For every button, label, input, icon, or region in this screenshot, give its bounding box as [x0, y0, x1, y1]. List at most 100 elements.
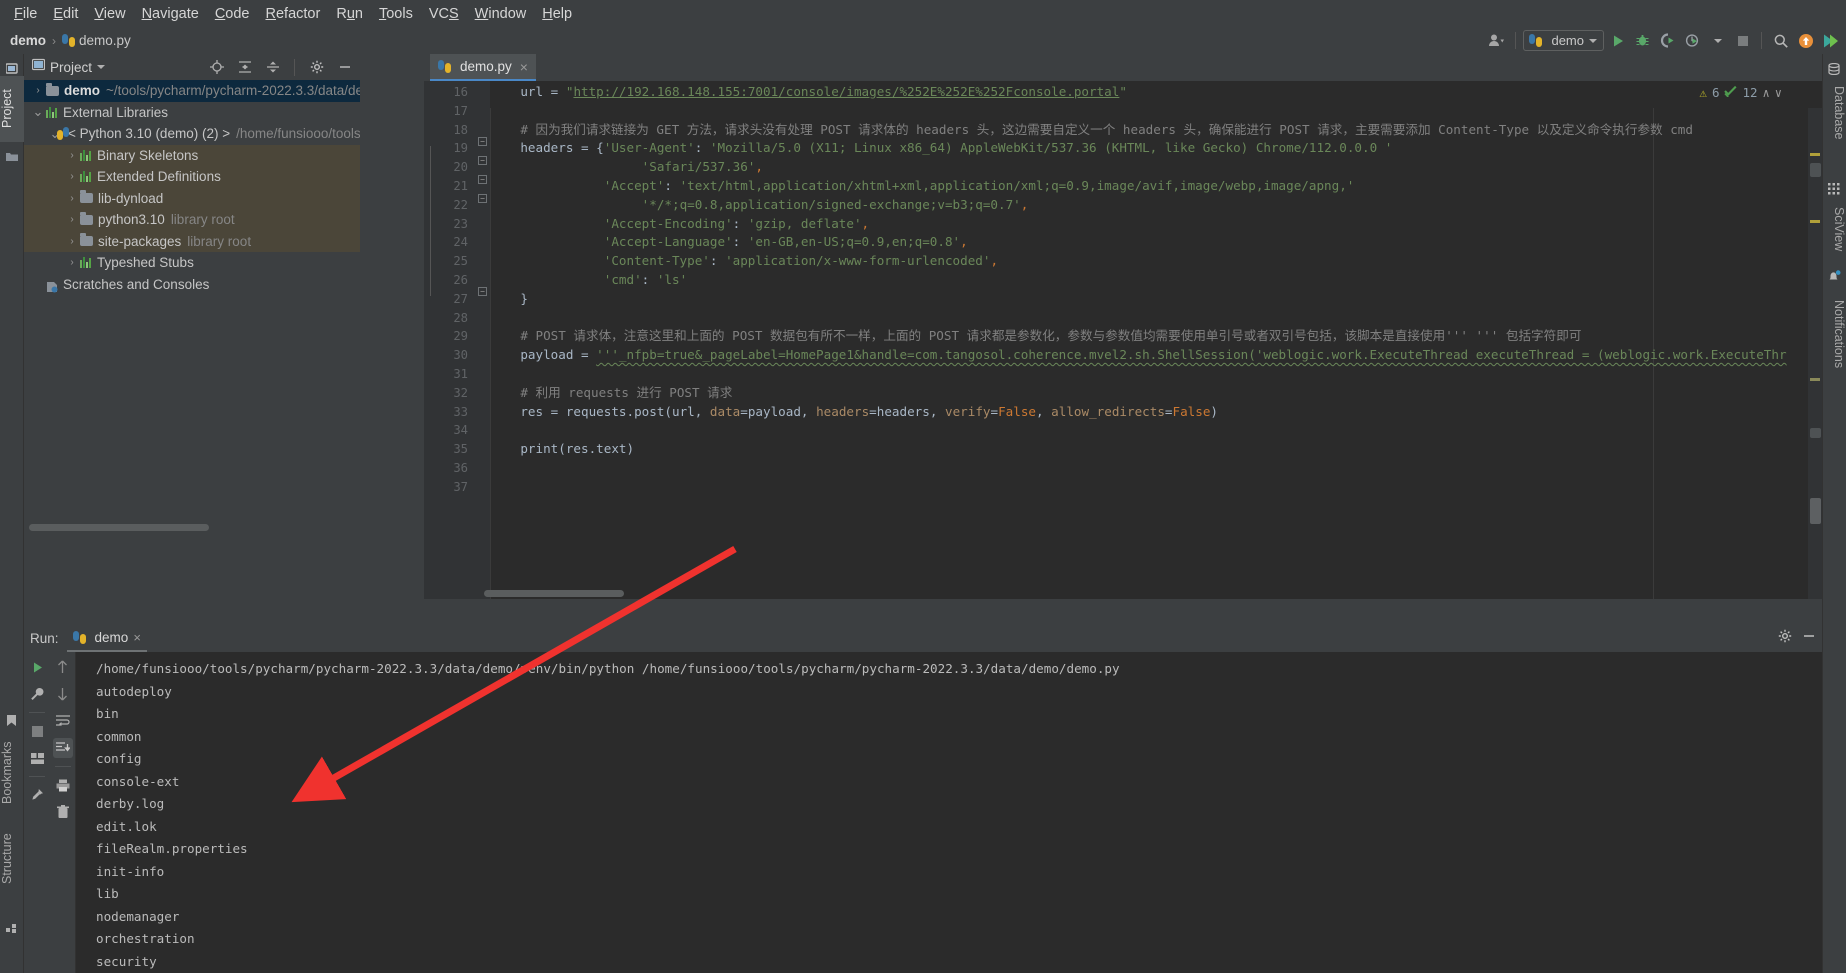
code-line[interactable]: 'Content-Type': 'application/x-www-form-… [490, 252, 1822, 271]
code-lines[interactable]: url = "http://192.168.148.155:7001/conso… [490, 83, 1822, 599]
tree-item-python-3-10-demo-2[interactable]: ⌄ < Python 3.10 (demo) (2) >/home/funsioo… [24, 123, 360, 145]
menu-item-vcs[interactable]: VCS [421, 4, 467, 24]
code-line[interactable]: # POST 请求体，注意这里和上面的 POST 数据包有所不一样，上面的 PO… [490, 327, 1822, 346]
menu-item-tools[interactable]: Tools [371, 4, 421, 24]
tree-item-demo[interactable]: › demo ~/tools/pycharm/pycharm-2022.3.3/da… [24, 80, 360, 102]
collapse-all-icon[interactable] [261, 56, 284, 79]
fold-collapse-icon[interactable]: − [478, 287, 487, 296]
chevron-right-icon[interactable]: › [64, 252, 80, 274]
fold-collapse-icon[interactable]: − [478, 194, 487, 203]
sidebar-item-structure[interactable]: Structure [0, 820, 24, 898]
chevron-down-icon[interactable]: ⌄ [30, 105, 46, 118]
search-icon[interactable] [1769, 29, 1792, 52]
chevron-down-icon[interactable] [97, 65, 106, 69]
chevron-down-icon[interactable] [1706, 29, 1729, 52]
code-line[interactable]: print(res.text) [490, 440, 1822, 459]
chevron-right-icon[interactable]: › [64, 231, 80, 253]
code-editor[interactable]: 16 17 18 19 20 21 22 23 24 25 26 27 28 29 30 31 32 33 34 35… [424, 81, 1822, 599]
close-icon[interactable]: × [520, 59, 528, 75]
panel-splitter[interactable] [360, 54, 362, 622]
code-line[interactable]: 'cmd': 'ls' [490, 271, 1822, 290]
scrollbar-thumb[interactable] [1810, 428, 1821, 438]
tree-item-python3-10[interactable]: › python3.10 library root [24, 209, 360, 231]
fold-collapse-icon[interactable]: − [478, 156, 487, 165]
tree-item-typeshed-stubs[interactable]: › Typeshed Stubs [24, 252, 360, 274]
breadcrumb-project[interactable]: demo [10, 33, 46, 48]
trash-icon[interactable] [53, 802, 73, 822]
rerun-icon[interactable] [27, 657, 47, 677]
code-line[interactable] [490, 365, 1822, 384]
code-folding-gutter[interactable]: − − − − − [476, 81, 490, 599]
tree-item-external-libraries[interactable]: ⌄ External Libraries [24, 102, 360, 124]
code-line[interactable]: res = requests.post(url, data=payload, h… [490, 403, 1822, 422]
tree-item-site-packages[interactable]: › site-packages library root [24, 230, 360, 253]
marker-warning[interactable] [1810, 220, 1820, 223]
menu-item-code[interactable]: Code [207, 4, 258, 24]
expand-all-icon[interactable] [233, 56, 256, 79]
fold-collapse-icon[interactable]: − [478, 175, 487, 184]
project-tree[interactable]: › demo ~/tools/pycharm/pycharm-2022.3.3/da… [24, 80, 360, 534]
code-line[interactable]: } [490, 290, 1822, 309]
down-arrow-icon[interactable] [53, 684, 73, 704]
tree-item-binary-skeletons[interactable]: › Binary Skeletons [24, 144, 360, 167]
menu-item-edit[interactable]: Edit [45, 4, 86, 24]
stop-icon[interactable] [27, 721, 47, 741]
code-line[interactable]: 'Accept-Encoding': 'gzip, deflate', [490, 215, 1822, 234]
chevron-right-icon[interactable]: › [64, 166, 80, 188]
settings-gear-icon[interactable] [1778, 629, 1792, 648]
gear-icon[interactable] [305, 56, 328, 79]
code-line[interactable] [490, 309, 1822, 328]
tree-item-scratches-and-consoles[interactable]: Scratches and Consoles [24, 274, 360, 296]
soft-wrap-icon[interactable] [53, 711, 73, 731]
menu-item-navigate[interactable]: Navigate [134, 4, 207, 24]
chevron-right-icon[interactable]: › [64, 145, 80, 167]
chevron-right-icon[interactable]: › [64, 188, 80, 210]
locate-icon[interactable] [205, 56, 228, 79]
sidebar-item-notifications[interactable]: Notifications [1822, 288, 1846, 380]
chevron-right-icon[interactable]: › [30, 80, 46, 102]
code-line[interactable]: # 利用 requests 进行 POST 请求 [490, 384, 1822, 403]
editor-tab-demo-py[interactable]: demo.py × [430, 54, 536, 81]
run-configuration-selector[interactable]: demo [1523, 30, 1604, 51]
chevron-down-icon[interactable]: ∨ [1775, 84, 1782, 103]
menu-item-help[interactable]: Help [534, 4, 580, 24]
code-line[interactable] [490, 459, 1822, 478]
code-line[interactable]: 'Safari/537.36', [490, 158, 1822, 177]
code-line[interactable]: headers = {'User-Agent': 'Mozilla/5.0 (X… [490, 139, 1822, 158]
chevron-up-icon[interactable]: ∧ [1763, 84, 1770, 103]
menu-item-file[interactable]: File [6, 4, 45, 24]
inspection-widget[interactable]: ⚠ 6 12 ∧ ∨ [1699, 84, 1782, 103]
code-line[interactable]: url = "http://192.168.148.155:7001/conso… [490, 83, 1822, 102]
sidebar-item-database[interactable]: Database [1822, 78, 1846, 148]
up-arrow-icon[interactable] [53, 657, 73, 677]
run-icon[interactable] [1606, 29, 1629, 52]
run-tab-demo[interactable]: demo × [66, 625, 147, 652]
run-console-output[interactable]: /home/funsiooo/tools/pycharm/pycharm-202… [76, 652, 1822, 973]
chevron-right-icon[interactable]: › [64, 209, 80, 231]
sidebar-item-sciview[interactable]: SciView [1822, 198, 1846, 260]
marker-warning[interactable] [1810, 153, 1820, 156]
editor-horizontal-scrollbar[interactable] [484, 590, 624, 597]
code-line[interactable] [490, 421, 1822, 440]
menu-item-run[interactable]: Run [328, 4, 371, 24]
hide-panel-icon[interactable] [1802, 629, 1816, 648]
breadcrumb-file[interactable]: demo.py [79, 33, 131, 48]
fold-collapse-icon[interactable]: − [478, 137, 487, 146]
sidebar-item-project[interactable]: Project [0, 76, 24, 142]
menu-item-refactor[interactable]: Refactor [258, 4, 329, 24]
ide-play-icon[interactable] [1819, 29, 1842, 52]
scrollbar-thumb[interactable] [1810, 163, 1821, 177]
run-coverage-icon[interactable] [1656, 29, 1679, 52]
profiler-icon[interactable] [1681, 29, 1704, 52]
layout-icon[interactable] [27, 748, 47, 768]
print-icon[interactable] [53, 775, 73, 795]
scroll-to-end-icon[interactable] [52, 738, 73, 758]
menu-item-window[interactable]: Window [467, 4, 535, 24]
tree-item-extended-definitions[interactable]: › Extended Definitions [24, 166, 360, 188]
tree-item-lib-dynload[interactable]: › lib-dynload [24, 187, 360, 210]
code-line[interactable]: '*/*;q=0.8,application/signed-exchange;v… [490, 196, 1822, 215]
wrench-icon[interactable] [27, 684, 47, 704]
update-icon[interactable] [1794, 29, 1817, 52]
menu-item-view[interactable]: View [86, 4, 133, 24]
code-line[interactable] [490, 102, 1822, 121]
